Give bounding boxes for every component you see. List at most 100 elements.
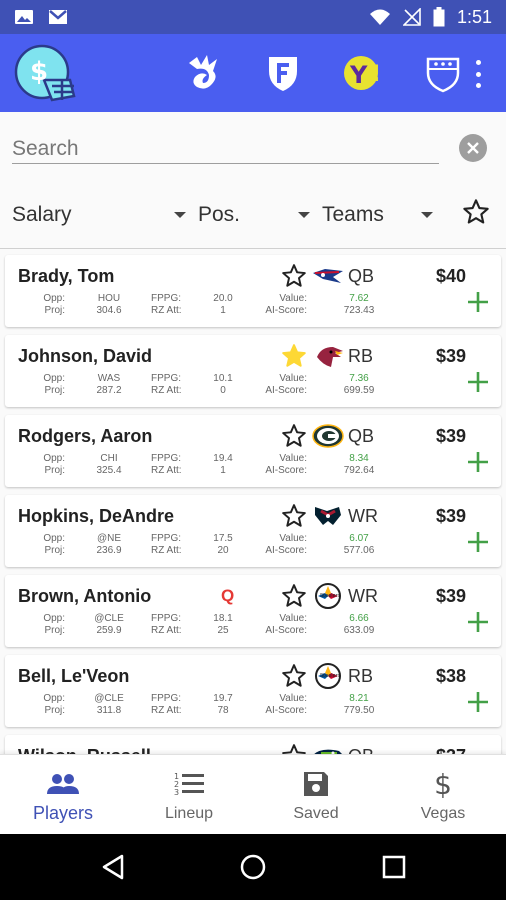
favorite-star-icon[interactable] — [281, 423, 307, 449]
ai-score-label: AI-Score: — [265, 465, 307, 476]
value-label: Value: — [279, 693, 307, 704]
favorite-star-icon[interactable] — [281, 583, 307, 609]
dollar-icon: $ — [434, 767, 452, 801]
position-filter-dropdown[interactable]: Pos. — [198, 200, 240, 230]
player-card[interactable]: Rodgers, Aaron QB $39 Opp: Proj: CHI 325.4 FPPG… — [5, 415, 501, 487]
fppg-label: FPPG: — [151, 373, 182, 384]
player-name: Johnson, David — [18, 346, 153, 366]
add-player-button[interactable] — [467, 291, 489, 313]
texans-logo — [315, 507, 341, 525]
player-stats: Opp: Proj: @NE 236.9 FPPG: RZ Att: 17.5 20 Value… — [5, 533, 425, 563]
fppg-value: 19.4 — [213, 453, 233, 464]
player-card[interactable]: Wilson, RussellQB$37 — [5, 735, 501, 755]
back-icon[interactable] — [100, 854, 126, 880]
player-card[interactable]: Hopkins, DeAndre WR $39 Opp: Proj: @NE 236.9 FP… — [5, 495, 501, 567]
yahoo-icon[interactable]: Y! — [342, 52, 384, 94]
player-card[interactable]: Brown, Antonio Q Steelers WR $39 Opp: Proj: @CL… — [5, 575, 501, 647]
favorites-filter-star-icon[interactable] — [462, 198, 490, 226]
position-dropdown-icon[interactable] — [298, 212, 310, 218]
player-name: Rodgers, Aaron — [18, 426, 153, 446]
svg-text:Steelers: Steelers — [320, 593, 341, 599]
app-bar: $ Y! — [0, 34, 506, 112]
add-player-button[interactable] — [467, 451, 489, 473]
rz-att-value: 0 — [220, 385, 226, 396]
player-salary: $40 — [436, 266, 467, 286]
proj-value: 325.4 — [96, 465, 122, 476]
value-label: Value: — [279, 373, 307, 384]
ai-score-value: 723.43 — [343, 305, 375, 316]
opp-label: Opp: — [43, 693, 65, 704]
ai-score-label: AI-Score: — [265, 625, 307, 636]
rz-att-label: RZ Att: — [151, 545, 182, 556]
player-card[interactable]: Johnson, David RB $39 Opp: Proj: WAS 287.2 FPPG… — [5, 335, 501, 407]
fppg-value: 10.1 — [213, 373, 233, 384]
salary-dropdown-icon[interactable] — [174, 212, 186, 218]
search-input[interactable] — [12, 134, 439, 164]
player-stats: Opp: Proj: @CLE 259.9 FPPG: RZ Att: 18.1 25 Valu… — [5, 613, 425, 643]
fppg-value: 18.1 — [213, 613, 233, 624]
wifi-icon — [369, 9, 390, 25]
proj-label: Proj: — [44, 465, 65, 476]
fppg-label: FPPG: — [151, 453, 182, 464]
nav-players-label: Players — [32, 803, 94, 823]
nav-saved[interactable]: Saved — [253, 755, 379, 835]
proj-value: 304.6 — [96, 305, 122, 316]
opp-label: Opp: — [43, 373, 65, 384]
player-position: QB — [348, 266, 375, 286]
rz-att-label: RZ Att: — [151, 385, 182, 396]
opp-label: Opp: — [43, 613, 65, 624]
player-salary: $38 — [436, 666, 467, 686]
rz-att-label: RZ Att: — [151, 305, 182, 316]
value-label: Value: — [279, 613, 307, 624]
value-label: Value: — [279, 533, 307, 544]
opp-value: HOU — [97, 293, 121, 304]
add-player-button[interactable] — [467, 691, 489, 713]
add-player-button[interactable] — [467, 531, 489, 553]
teams-filter-dropdown[interactable]: Teams — [322, 200, 384, 230]
rz-att-label: RZ Att: — [151, 625, 182, 636]
value-label: Value: — [279, 293, 307, 304]
fanduel-icon[interactable] — [262, 52, 304, 94]
favorite-star-icon[interactable] — [281, 343, 307, 369]
no-signal-icon — [402, 8, 421, 26]
teams-dropdown-icon[interactable] — [421, 212, 433, 218]
close-icon — [467, 142, 479, 154]
opp-value: @CLE — [94, 613, 124, 624]
svg-text:$: $ — [30, 57, 48, 87]
add-player-button[interactable] — [467, 371, 489, 393]
player-stats: Opp: Proj: @CLE 311.8 FPPG: RZ Att: 19.7 78 Valu… — [5, 693, 425, 723]
player-list[interactable]: Brady, Tom QB $40 Opp: Proj: HOU 304.6 FPPG: RZ … — [0, 250, 506, 755]
svg-text:Steelers: Steelers — [320, 673, 341, 679]
clear-search-button[interactable] — [459, 134, 487, 162]
recents-icon[interactable] — [381, 854, 407, 880]
favorite-star-icon[interactable] — [281, 663, 307, 689]
patriots-logo — [313, 269, 343, 283]
nav-vegas[interactable]: $ Vegas — [380, 755, 506, 835]
nav-vegas-label: Vegas — [420, 805, 466, 822]
nav-players[interactable]: Players — [0, 755, 126, 835]
draftkings-icon[interactable] — [182, 52, 224, 94]
proj-label: Proj: — [44, 545, 65, 556]
add-player-button[interactable] — [467, 611, 489, 633]
value-value: 7.62 — [349, 293, 369, 304]
salary-sort-dropdown[interactable]: Salary — [12, 200, 72, 230]
steelers-logo: Steelers — [315, 583, 341, 609]
nav-lineup[interactable]: 123 Lineup — [126, 755, 252, 835]
player-stats: Opp: Proj: HOU 304.6 FPPG: RZ Att: 20.0 1 Value:… — [5, 293, 425, 323]
favorite-star-icon[interactable] — [281, 263, 307, 289]
ai-score-label: AI-Score: — [265, 385, 307, 396]
system-navigation-bar — [0, 834, 506, 900]
player-salary: $39 — [436, 346, 467, 366]
player-card[interactable]: Brady, Tom QB $40 Opp: Proj: HOU 304.6 FPPG: RZ … — [5, 255, 501, 327]
fppg-value: 17.5 — [213, 533, 233, 544]
opp-value: CHI — [100, 453, 118, 464]
player-card[interactable]: Bell, Le'Veon Steelers RB $38 Opp: Proj: @CLE 3… — [5, 655, 501, 727]
helmet-dollar-logo[interactable]: $ — [12, 42, 82, 106]
battery-icon — [433, 7, 445, 27]
fppg-value: 20.0 — [213, 293, 233, 304]
favorite-star-icon[interactable] — [281, 503, 307, 529]
fantasydraft-shield-icon[interactable] — [422, 52, 464, 94]
home-icon[interactable] — [240, 854, 266, 880]
rz-att-value: 78 — [217, 705, 229, 716]
more-vert-icon[interactable] — [474, 60, 482, 88]
